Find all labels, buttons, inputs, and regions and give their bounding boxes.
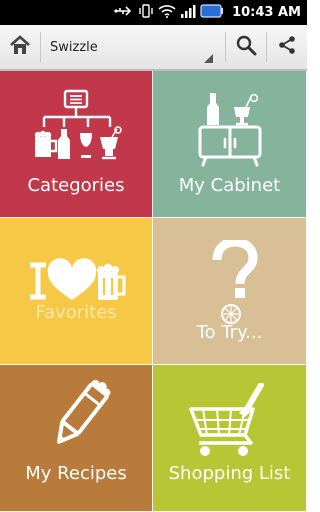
tile-shopping-list[interactable]: Shopping List: [153, 365, 307, 512]
vibrate-icon: [138, 3, 154, 22]
share-button[interactable]: [267, 24, 307, 70]
navigation-spinner[interactable]: Swizzle: [41, 24, 225, 70]
search-button[interactable]: [226, 24, 266, 70]
tile-label: My Recipes: [25, 463, 127, 484]
home-icon: [8, 34, 32, 60]
status-bar: 10:43 AM: [0, 0, 307, 25]
search-icon: [235, 34, 257, 60]
spinner-corner-icon: [204, 54, 213, 63]
tile-label: Favorites: [35, 302, 117, 323]
signal-icon: [180, 3, 196, 22]
tile-favorites[interactable]: Favorites: [0, 218, 153, 365]
action-bar: Swizzle: [0, 25, 307, 71]
spinner-title: Swizzle: [50, 39, 98, 55]
home-tiles-grid: Categories My Cabinet Favorites To Try..…: [0, 71, 307, 512]
battery-icon: [200, 3, 224, 23]
tile-label: My Cabinet: [178, 175, 281, 196]
tile-label: To Try...: [196, 322, 263, 343]
tile-my-recipes[interactable]: My Recipes: [0, 365, 153, 512]
question-lime-icon: [212, 240, 258, 324]
usb-icon: [114, 3, 134, 22]
tile-categories[interactable]: Categories: [0, 71, 153, 218]
status-time: 10:43 AM: [232, 5, 301, 20]
categories-icon: [34, 89, 122, 160]
tile-label: Categories: [27, 175, 125, 196]
wifi-icon: [158, 3, 176, 22]
pencil-icon: [57, 379, 111, 444]
share-icon: [277, 35, 297, 59]
home-button[interactable]: [0, 24, 40, 70]
cabinet-icon: [198, 93, 262, 167]
heart-beer-icon: [30, 258, 126, 300]
tile-to-try[interactable]: To Try...: [153, 218, 307, 365]
tile-label: Shopping List: [168, 463, 291, 484]
tile-my-cabinet[interactable]: My Cabinet: [153, 71, 307, 218]
cart-icon: [189, 383, 264, 456]
